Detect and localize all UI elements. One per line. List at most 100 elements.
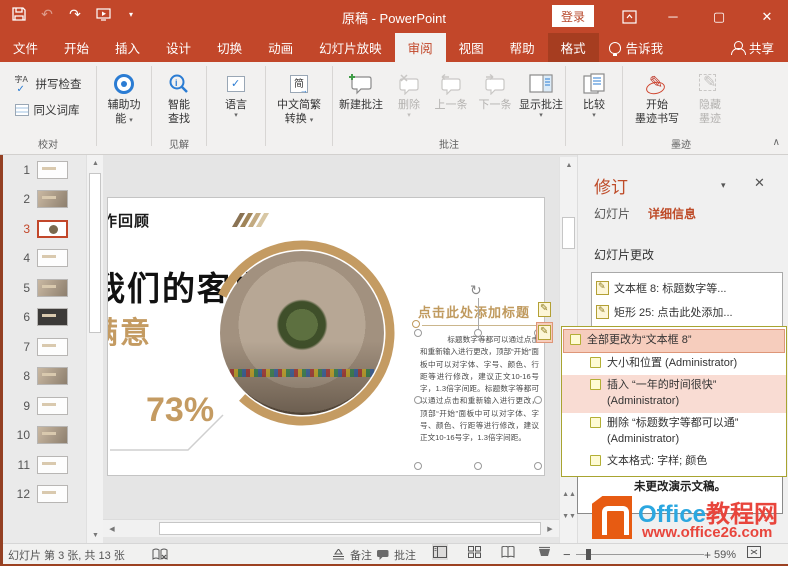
ribbon-display-options-icon[interactable] [612,0,646,33]
tab-format[interactable]: 格式 [548,33,599,62]
slide-thumbnail-7[interactable]: 7 [0,332,86,362]
scroll-left-icon[interactable]: ◀ [104,521,120,537]
tab-insert[interactable]: 插入 [102,33,153,62]
scrollbar-thumb[interactable] [562,217,575,249]
tell-me-box[interactable]: 告诉我 [599,33,674,62]
chinese-conversion-label: 中文简繁 [277,98,321,112]
tab-slideshow[interactable]: 幻灯片放映 [306,33,395,62]
tab-help[interactable]: 帮助 [497,33,548,62]
proofing-status-icon[interactable] [152,544,168,565]
spell-check-button[interactable]: 字A✓ 拼写检查 [15,73,82,95]
comments-button[interactable]: 批注 [374,544,416,565]
checkbox-icon[interactable] [590,357,601,368]
checkbox-icon[interactable] [590,455,601,466]
tab-animations[interactable]: 动画 [255,33,306,62]
minimize-button[interactable]: ─ [656,0,690,33]
comment-icon [374,547,390,563]
checkbox-icon[interactable] [590,417,601,428]
tab-home[interactable]: 开始 [51,33,102,62]
selection-handle[interactable] [414,462,422,470]
share-button[interactable]: 共享 [723,33,782,62]
slide-thumbnail-4[interactable]: 4 [0,244,86,274]
scroll-right-icon[interactable]: ▶ [542,521,558,537]
title-bar: ↶ ↷ ▾ 原稿 - PowerPoint 登录 ─ ▢ ✕ [0,0,788,33]
thumbnail-number: 5 [14,281,30,295]
tab-details[interactable]: 详细信息 [648,205,696,222]
scrollbar-thumb[interactable] [159,522,541,535]
selected-text-box[interactable]: 标题数字等都可以通过点击和重新输入进行更改，顶部“开始”面板中可以对字体、字号、… [420,334,539,445]
tab-slides[interactable]: 幻灯片 [594,205,630,222]
thumbnail-image [37,426,68,444]
slide-thumbnail-11[interactable]: 11 [0,450,86,480]
revision-detail-popup: 全部更改为“文本框 8” 大小和位置 (Administrator) 插入 “一… [561,326,787,477]
slide-thumbnail-10[interactable]: 10 [0,421,86,451]
reading-view-button[interactable] [500,544,516,560]
scrollbar-thumb[interactable] [89,173,101,333]
revision-option-delete[interactable]: 删除 “标题数字等都可以通” (Administrator) [562,413,786,451]
scroll-down-icon[interactable]: ▼ [87,527,104,543]
accessibility-button[interactable]: 辅助功 能 ▾ [98,67,150,154]
slide-thumbnail-12[interactable]: 12 [0,480,86,510]
checkbox-icon[interactable] [570,334,581,345]
rotate-handle-icon[interactable]: ↻ [470,282,482,299]
pane-menu-icon[interactable]: ▾ [721,180,726,191]
revision-option-insert[interactable]: 插入 “一年的时间很快” (Administrator) [562,375,786,413]
zoom-level[interactable]: 59% [714,544,736,565]
revision-option-size-position[interactable]: 大小和位置 (Administrator) [562,353,786,375]
checkbox-icon[interactable] [590,379,601,390]
slide-canvas[interactable]: 作回顾 我们的客户 满意 73% 点击此处添加标题 ↻ 标题数字等都可以通过点击… [107,197,545,476]
revision-marker-icon[interactable] [536,299,553,320]
next-slide-button[interactable]: ▼▼ [560,509,578,525]
previous-slide-button[interactable]: ▲▲ [560,487,578,503]
slide-thumbnail-1[interactable]: 1 [0,155,86,185]
notes-button[interactable]: 备注 [330,544,372,565]
slide-thumbnail-5[interactable]: 5 [0,273,86,303]
slide-thumbnail-3-selected[interactable]: 3 [0,214,86,244]
compare-label: 比较 [583,98,605,112]
thumbnail-number: 6 [14,310,30,324]
zoom-in-button[interactable]: + [704,544,711,565]
revision-option-text-format[interactable]: 文本格式: 字样; 颜色 [562,451,786,473]
scroll-up-icon[interactable]: ▲ [560,157,578,173]
compare-button[interactable]: 比较 ▾ [568,67,620,154]
fit-to-window-button[interactable] [746,544,762,560]
selection-handle[interactable] [474,462,482,470]
placeholder-title[interactable]: 点击此处添加标题 [418,302,530,321]
slide-thumbnail-9[interactable]: 9 [0,391,86,421]
sign-in-button[interactable]: 登录 [552,5,594,27]
chinese-conversion-button[interactable]: 简 中文简繁 转换 ▾ [273,67,325,154]
collapse-ribbon-icon[interactable]: ∧ [773,137,780,148]
tab-transitions[interactable]: 切换 [204,33,255,62]
change-item-rect25[interactable]: 矩形 25: 点击此处添加... [596,300,778,324]
selection-handle[interactable] [474,329,482,337]
edit-note-icon [596,305,609,319]
zoom-slider-thumb[interactable] [586,549,591,560]
selection-handle[interactable] [534,396,542,404]
selection-handle[interactable] [414,329,422,337]
normal-view-button[interactable] [432,544,448,560]
change-item-textbox8[interactable]: 文本框 8: 标题数字等... [596,276,778,300]
tab-file[interactable]: 文件 [0,33,51,62]
tab-review[interactable]: 审阅 [395,33,446,62]
thesaurus-button[interactable]: 同义词库 [15,99,82,121]
revision-option-all[interactable]: 全部更改为“文本框 8” [563,329,785,353]
slide-thumbnail-2[interactable]: 2 [0,185,86,215]
slide-sorter-view-button[interactable] [466,544,482,560]
language-button[interactable]: 语言 ▾ [210,67,262,154]
tab-view[interactable]: 视图 [446,33,497,62]
zoom-slider[interactable] [576,554,704,555]
zoom-out-button[interactable]: − [563,544,571,565]
revision-marker-icon-active[interactable] [536,322,553,343]
pane-close-icon[interactable]: ✕ [754,175,765,191]
thumbnail-scrollbar[interactable]: ▲ ▼ [86,155,103,543]
slide-thumbnail-8[interactable]: 8 [0,362,86,392]
scroll-up-icon[interactable]: ▲ [87,155,104,171]
slide-thumbnail-6[interactable]: 6 [0,303,86,333]
horizontal-scrollbar[interactable]: ◀ ▶ [103,519,559,537]
selection-handle[interactable] [534,462,542,470]
slideshow-view-button[interactable] [536,544,552,560]
maximize-button[interactable]: ▢ [702,0,736,33]
tab-design[interactable]: 设计 [153,33,204,62]
selection-handle[interactable] [414,396,422,404]
close-button[interactable]: ✕ [750,0,784,33]
